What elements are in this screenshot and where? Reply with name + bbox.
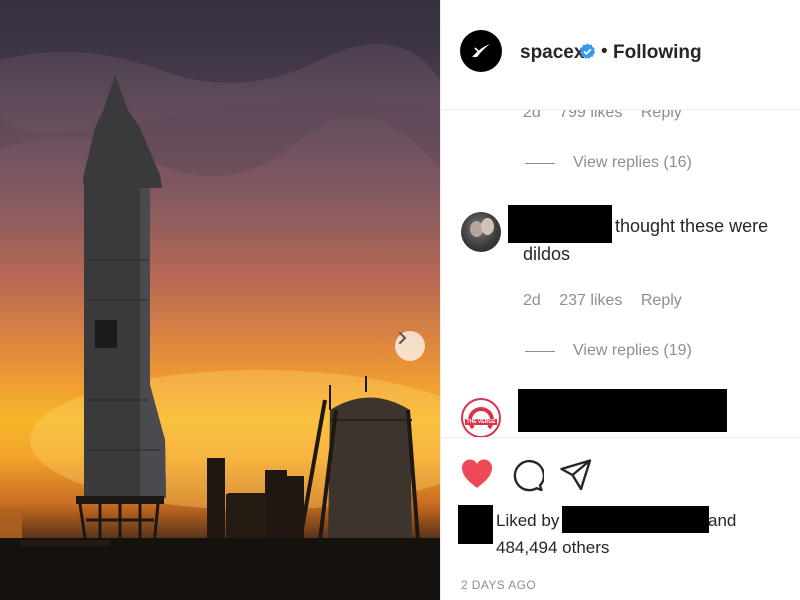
- post-timestamp[interactable]: 2 DAYS AGO: [461, 578, 536, 592]
- liked-by-and: and: [708, 511, 737, 530]
- redacted-liker-avatar: [458, 505, 493, 544]
- comment-text-line1: thought these were: [615, 216, 769, 236]
- comment-icon[interactable]: [510, 458, 544, 492]
- divider-line: [525, 350, 555, 352]
- redacted-username: [518, 389, 727, 432]
- following-button[interactable]: Following: [613, 42, 702, 64]
- post-actions: Liked by and 484,494 others 2 DAYS AGO: [441, 437, 800, 600]
- heart-icon[interactable]: [460, 458, 494, 490]
- view-replies-button[interactable]: View replies (19): [525, 342, 692, 360]
- view-replies-label: View replies (19): [573, 342, 692, 359]
- comment-likes[interactable]: 799 likes: [559, 110, 622, 121]
- starship-silhouette: [0, 0, 440, 600]
- verified-badge-icon: [579, 43, 596, 59]
- post-side-panel: spacex • Following 2d 799 likes Reply Vi…: [440, 0, 800, 600]
- follow-separator: •: [601, 41, 608, 62]
- post-header: spacex • Following: [441, 0, 800, 110]
- avatar-logo-text: THE VERGE: [465, 419, 497, 425]
- comment-meta: 2d 799 likes Reply: [523, 110, 696, 122]
- liked-by-prefix: Liked by: [496, 511, 560, 530]
- author-username[interactable]: spacex: [520, 42, 584, 64]
- view-replies-label: View replies (16): [573, 154, 692, 171]
- likes-count-link[interactable]: 484,494 others: [496, 538, 609, 558]
- chevron-right-icon: [399, 332, 407, 344]
- commenter-avatar[interactable]: [461, 212, 501, 252]
- reply-button[interactable]: Reply: [641, 110, 682, 121]
- redacted-liker-name: [562, 506, 709, 533]
- share-icon[interactable]: [559, 458, 593, 492]
- redacted-username: [508, 205, 612, 243]
- commenter-avatar[interactable]: THE VERGE: [461, 398, 501, 437]
- comment-age: 2d: [523, 292, 541, 309]
- comments-list[interactable]: 2d 799 likes Reply View replies (16) tho…: [441, 110, 800, 437]
- view-replies-button[interactable]: View replies (16): [525, 154, 692, 172]
- spacex-logo-icon: [472, 44, 490, 57]
- reply-button[interactable]: Reply: [641, 292, 682, 309]
- post-photo[interactable]: [0, 0, 440, 600]
- comment-age: 2d: [523, 110, 541, 121]
- instagram-post: spacex • Following 2d 799 likes Reply Vi…: [0, 0, 800, 600]
- next-photo-button[interactable]: [395, 331, 425, 361]
- comment-text-line2: dildos: [523, 244, 571, 264]
- comment-meta: 2d 237 likes Reply: [523, 292, 696, 310]
- comment-likes[interactable]: 237 likes: [559, 292, 622, 309]
- divider-line: [525, 162, 555, 164]
- author-avatar[interactable]: [460, 30, 502, 72]
